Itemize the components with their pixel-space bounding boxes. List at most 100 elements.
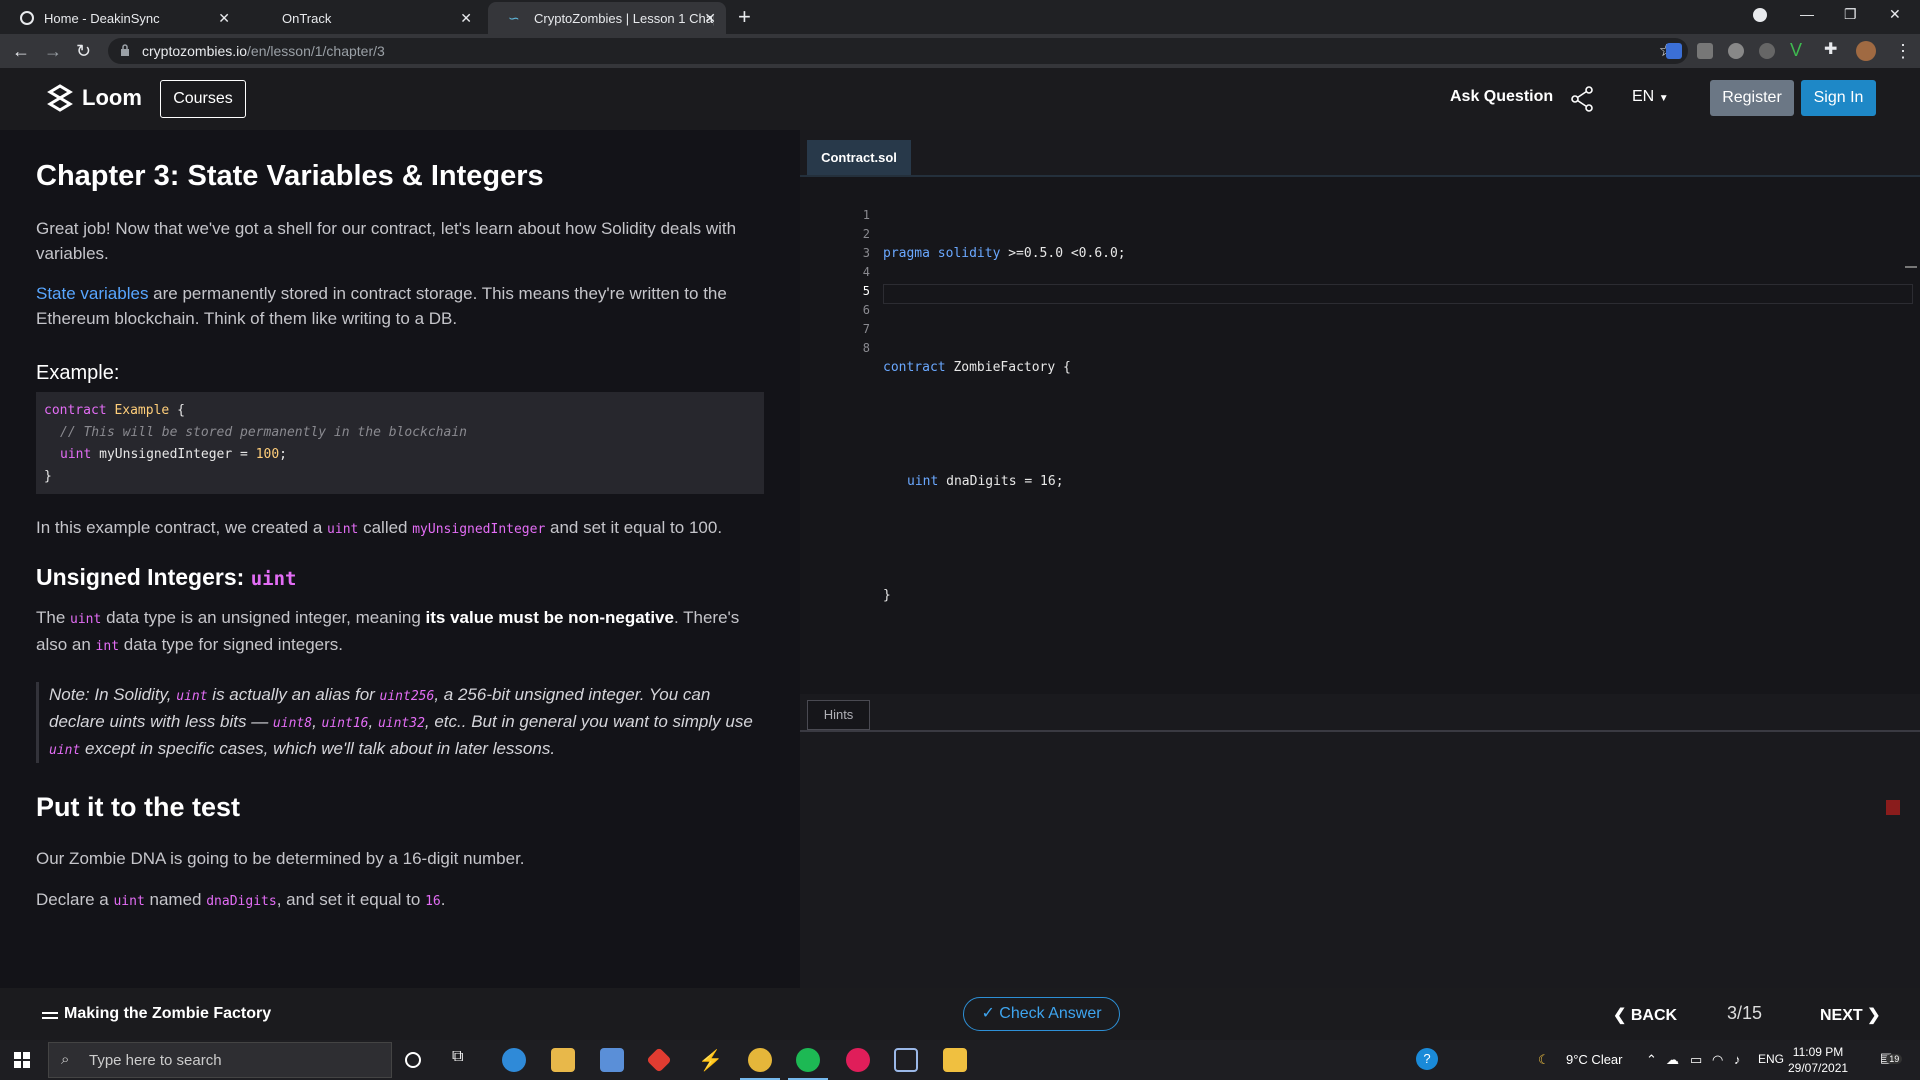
notification-icon[interactable]: ▤19: [1880, 1050, 1903, 1066]
inline-code: uint: [327, 522, 359, 537]
url-host: cryptozombies.io: [142, 43, 248, 59]
register-button[interactable]: Register: [1710, 80, 1794, 116]
text: ,: [368, 712, 378, 731]
text: named: [144, 890, 207, 909]
clock-time: 11:09 PM: [1792, 1045, 1844, 1059]
inline-code: uint: [250, 568, 297, 590]
browser-tab-cryptozombies[interactable]: ∽ CryptoZombies | Lesson 1 Chapt ✕: [488, 2, 726, 34]
browser-tab-deakinsync[interactable]: Home - DeakinSync ✕: [0, 2, 240, 34]
taskbar-search[interactable]: ⌕ Type here to search: [48, 1042, 392, 1078]
app-icon[interactable]: [646, 1047, 672, 1073]
share-icon[interactable]: [1570, 86, 1594, 112]
back-arrow-icon[interactable]: ←: [12, 41, 30, 62]
inline-code: uint: [49, 743, 81, 758]
task-view-icon[interactable]: ⧉: [452, 1048, 476, 1072]
file-explorer-icon[interactable]: [551, 1048, 575, 1072]
extension-icon[interactable]: [1759, 43, 1775, 59]
battery-icon[interactable]: ▭: [1690, 1052, 1702, 1068]
new-tab-icon[interactable]: +: [738, 4, 751, 30]
store-icon[interactable]: [600, 1048, 624, 1072]
app-icon[interactable]: ⚡: [698, 1048, 723, 1072]
chrome-icon[interactable]: [748, 1048, 772, 1072]
inline-code: uint: [176, 689, 208, 704]
volume-icon[interactable]: ♪: [1734, 1052, 1741, 1067]
address-bar[interactable]: cryptozombies.io/en/lesson/1/chapter/3 ☆: [108, 38, 1688, 64]
code-text: >=0.5.0 <0.6.0;: [1000, 246, 1126, 261]
input-language[interactable]: ENG: [1758, 1052, 1784, 1066]
clock[interactable]: 11:09 PM 29/07/2021: [1788, 1044, 1848, 1076]
cortana-icon[interactable]: [405, 1052, 421, 1068]
error-marker: [1886, 800, 1900, 815]
inline-code: uint256: [379, 689, 435, 704]
code-text: {: [169, 403, 185, 418]
loom-logo[interactable]: Loom: [46, 84, 142, 112]
code-text: }: [883, 588, 891, 603]
close-tab-icon[interactable]: ✕: [460, 10, 472, 27]
chevron-right-icon: ❯: [1867, 1007, 1881, 1024]
ask-question-link[interactable]: Ask Question: [1450, 88, 1553, 106]
close-tab-icon[interactable]: ✕: [704, 10, 716, 27]
extension-icon[interactable]: [1697, 43, 1713, 59]
loom-favicon-icon: ∽: [508, 10, 520, 26]
text: , etc.. But in general you want to simpl…: [424, 712, 753, 731]
checkmark-icon: ✓: [981, 1005, 995, 1022]
state-variables-link[interactable]: State variables: [36, 284, 148, 303]
profile-avatar[interactable]: [1856, 41, 1876, 61]
source-code[interactable]: pragma solidity >=0.5.0 <0.6.0; contract…: [883, 206, 1126, 681]
wifi-icon[interactable]: ◠: [1712, 1052, 1723, 1068]
check-answer-button[interactable]: ✓ Check Answer: [963, 997, 1120, 1031]
windows-start-icon[interactable]: [14, 1052, 30, 1068]
inline-code: 16: [425, 894, 441, 909]
help-icon[interactable]: ?: [1416, 1048, 1438, 1070]
more-menu-icon[interactable]: ⋮: [1894, 41, 1912, 62]
state-variables-paragraph: State variables are permanently stored i…: [36, 281, 766, 331]
text: .: [440, 890, 446, 909]
weather-text[interactable]: 9°C Clear: [1566, 1052, 1623, 1067]
camera-extension-icon[interactable]: [1728, 43, 1744, 59]
language-select[interactable]: EN ▼: [1632, 88, 1669, 106]
minimize-icon[interactable]: —: [1800, 6, 1814, 22]
heading-text: Unsigned Integers:: [36, 564, 251, 590]
text: is actually an alias for: [207, 685, 380, 704]
line-number: 8: [862, 341, 870, 355]
puzzle-extensions-icon[interactable]: ✚: [1824, 42, 1840, 59]
text: Declare a: [36, 890, 114, 909]
site-favicon-icon: [20, 11, 34, 25]
hints-tab[interactable]: Hints: [807, 700, 870, 730]
chevron-up-icon[interactable]: ⌃: [1646, 1052, 1657, 1068]
code-keyword: uint: [60, 447, 92, 462]
line-number-gutter: 1 2 3 4 5 6 7 8: [840, 206, 870, 358]
next-button[interactable]: NEXT ❯: [1820, 1005, 1881, 1025]
slack-icon[interactable]: [846, 1048, 870, 1072]
extension-icon[interactable]: [1666, 43, 1682, 59]
menu-icon[interactable]: [42, 1012, 58, 1022]
spotify-icon[interactable]: [796, 1048, 820, 1072]
forward-arrow-icon[interactable]: →: [44, 41, 62, 62]
code-keyword: contract: [44, 403, 107, 418]
vue-extension-icon[interactable]: V: [1790, 41, 1806, 59]
virtualbox-icon[interactable]: [894, 1048, 918, 1072]
reload-icon[interactable]: ↻: [76, 41, 91, 62]
app-icon[interactable]: [943, 1048, 967, 1072]
code-comment: // This will be stored permanently in th…: [60, 425, 467, 440]
edge-icon[interactable]: [502, 1048, 526, 1072]
courses-button[interactable]: Courses: [160, 80, 246, 118]
put-it-to-the-test-heading: Put it to the test: [36, 792, 240, 822]
restore-icon[interactable]: ❐: [1844, 6, 1857, 23]
onedrive-icon[interactable]: ☁: [1666, 1052, 1679, 1068]
code-text: myUnsignedInteger =: [91, 447, 256, 462]
lesson-title[interactable]: Making the Zombie Factory: [64, 1005, 271, 1023]
back-button[interactable]: ❮ BACK: [1613, 1005, 1677, 1025]
inline-code: myUnsignedInteger: [412, 522, 546, 537]
check-answer-label: Check Answer: [999, 1005, 1102, 1022]
profile-dot-icon[interactable]: [1753, 8, 1767, 22]
close-window-icon[interactable]: ✕: [1889, 6, 1901, 23]
bold-text: its value must be non-negative: [425, 608, 674, 627]
contract-sol-tab[interactable]: Contract.sol: [807, 140, 911, 175]
lesson-panel: Chapter 3: State Variables & Integers Gr…: [0, 130, 800, 988]
sign-in-button[interactable]: Sign In: [1801, 80, 1876, 116]
inline-code: uint8: [272, 716, 313, 731]
close-tab-icon[interactable]: ✕: [218, 10, 230, 27]
code-text: ZombieFactory {: [945, 360, 1071, 375]
browser-tab-ontrack[interactable]: OnTrack ✕: [262, 2, 482, 34]
